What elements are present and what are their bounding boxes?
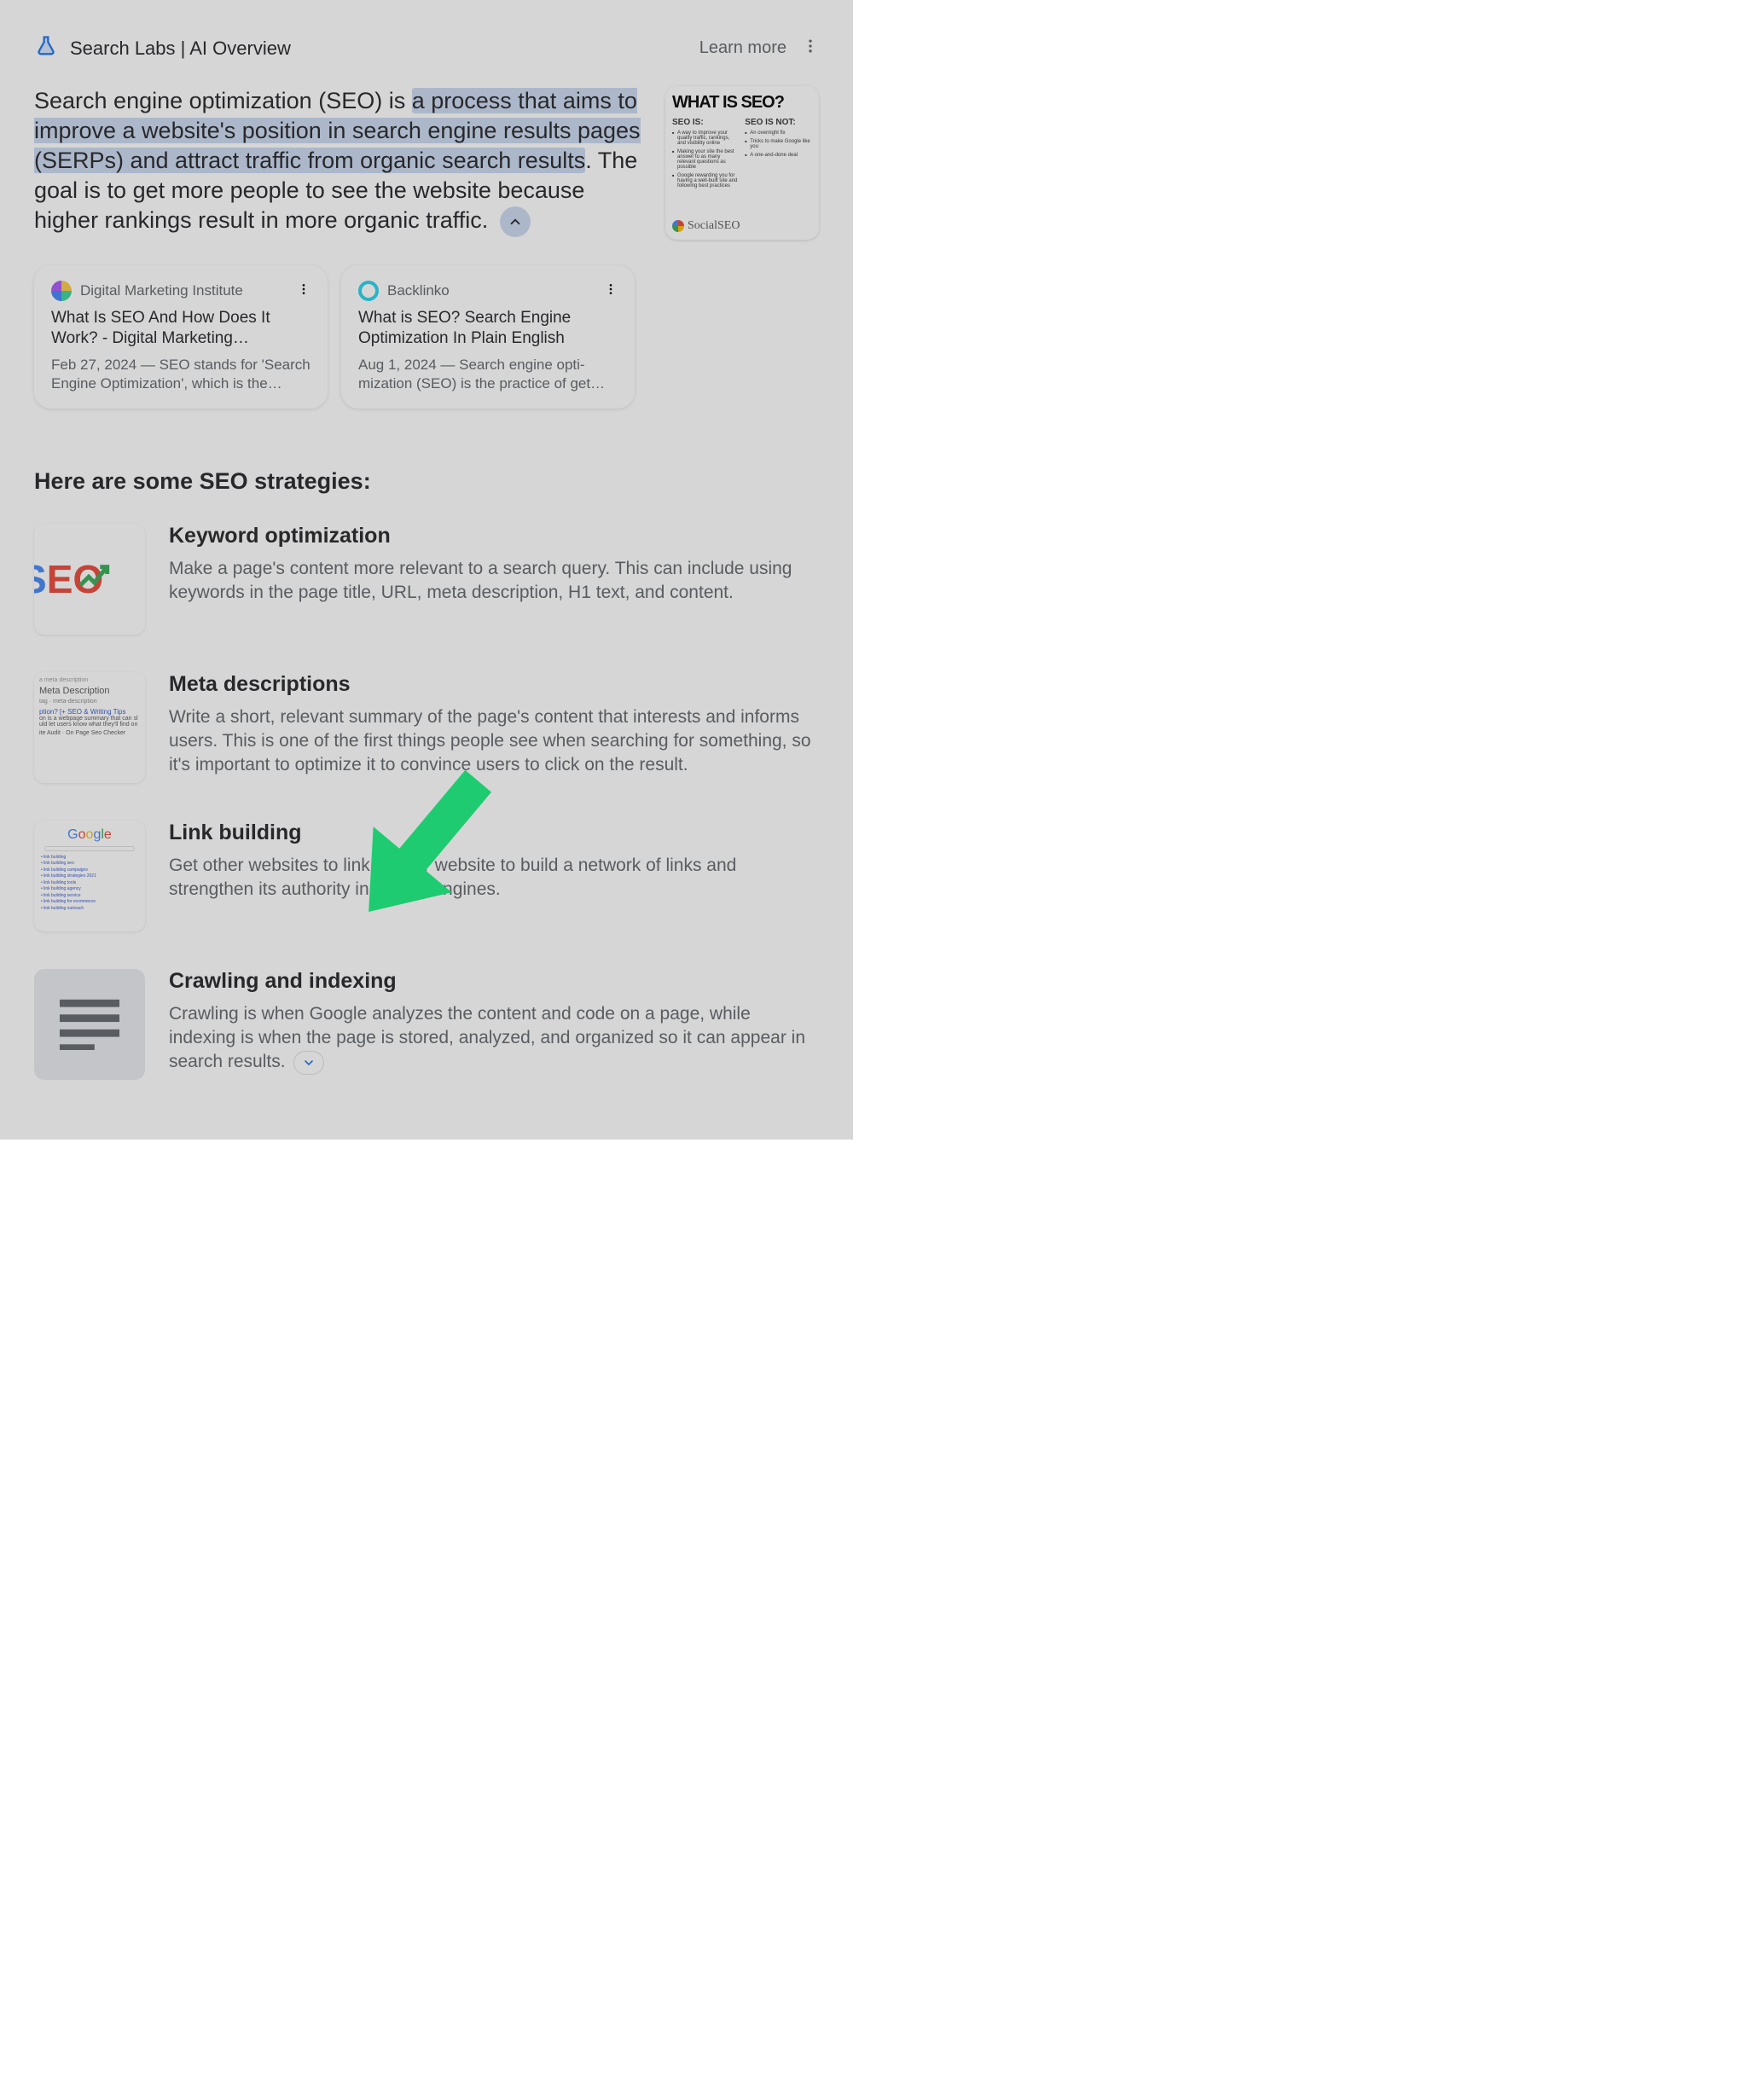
side-card-isnot-item: A one-and-done deal bbox=[745, 153, 812, 158]
header-right: Learn more bbox=[699, 38, 819, 59]
strategies-heading: Here are some SEO strategies: bbox=[34, 468, 819, 495]
strategy-title: Crawling and indexing bbox=[169, 969, 819, 994]
card-menu-icon[interactable] bbox=[297, 282, 311, 300]
strategy-desc-text: Crawling is when Google analyzes the con… bbox=[169, 1004, 805, 1072]
summary-prefix: Search engine optimization (SEO) is bbox=[34, 88, 412, 113]
strategy-thumb[interactable] bbox=[34, 969, 145, 1080]
collapse-button[interactable] bbox=[500, 206, 531, 237]
page-title: Search Labs | AI Overview bbox=[70, 38, 291, 60]
strategy-desc: Get other websites to link to your websi… bbox=[169, 854, 819, 902]
source-cards-row: Digital Marketing Institute What Is SEO … bbox=[34, 265, 819, 409]
thumb-text: ption? [+ SEO & Writing Tips bbox=[39, 708, 140, 716]
thumb-text: uld let users know what they'll find on bbox=[39, 722, 140, 728]
side-reference-card[interactable]: WHAT IS SEO? SEO IS: A way to improve yo… bbox=[665, 86, 819, 240]
side-card-isnot-header: SEO IS NOT: bbox=[745, 118, 812, 127]
strategy-item: Google • link building• link building se… bbox=[34, 821, 819, 931]
card-title: What Is SEO And How Does It Work? - Digi… bbox=[51, 308, 311, 349]
strategy-item: Crawling and indexing Crawling is when G… bbox=[34, 969, 819, 1080]
side-card-isnot-item: An overnight fix bbox=[745, 131, 812, 136]
side-card-is-item: Making your site the best answer to as m… bbox=[672, 149, 740, 170]
more-menu-icon[interactable] bbox=[802, 38, 819, 59]
expand-button[interactable] bbox=[293, 1051, 324, 1075]
source-name: Digital Marketing Institute bbox=[80, 282, 288, 299]
strategy-item: a meta description Meta Description tag … bbox=[34, 672, 819, 783]
ai-summary-text: Search engine optimization (SEO) is a pr… bbox=[34, 86, 645, 240]
source-favicon-icon bbox=[51, 281, 72, 301]
learn-more-link[interactable]: Learn more bbox=[699, 38, 786, 58]
card-snippet: Aug 1, 2024 — Search engine opti­mizatio… bbox=[358, 356, 618, 393]
side-card-is-item: A way to improve your quality traffic, r… bbox=[672, 131, 740, 146]
side-card-is-item: Google rewarding you for having a well-b… bbox=[672, 173, 740, 189]
strategy-title: Keyword optimization bbox=[169, 524, 819, 548]
flask-icon bbox=[34, 34, 58, 62]
card-snippet: Feb 27, 2024 — SEO stands for 'Search En… bbox=[51, 356, 311, 393]
brand-name: SocialSEO bbox=[688, 219, 740, 233]
brand-logo-icon bbox=[672, 220, 684, 232]
source-card[interactable]: Digital Marketing Institute What Is SEO … bbox=[34, 265, 328, 409]
summary-row: Search engine optimization (SEO) is a pr… bbox=[34, 86, 819, 240]
thumb-text: on is a webpage summary that can sl bbox=[39, 716, 140, 722]
side-card-brand: SocialSEO bbox=[672, 219, 812, 233]
strategy-title: Link building bbox=[169, 821, 819, 845]
document-lines-icon bbox=[60, 999, 119, 1050]
google-logo-icon: Google bbox=[41, 827, 138, 843]
source-card[interactable]: Backlinko What is SEO? Search Engine Opt… bbox=[341, 265, 635, 409]
card-menu-icon[interactable] bbox=[604, 282, 618, 300]
strategy-thumb[interactable]: SE O bbox=[34, 524, 145, 635]
ai-overview-header: Search Labs | AI Overview Learn more bbox=[34, 34, 819, 62]
strategy-title: Meta descriptions bbox=[169, 672, 819, 697]
source-name: Backlinko bbox=[387, 282, 595, 299]
source-favicon-icon bbox=[358, 281, 379, 301]
side-card-is-header: SEO IS: bbox=[672, 118, 740, 127]
side-card-isnot-item: Tricks to make Google like you bbox=[745, 139, 812, 149]
thumb-text: Meta Description bbox=[39, 686, 140, 696]
strategy-desc: Crawling is when Google analyzes the con… bbox=[169, 1002, 819, 1075]
thumb-text: ite Audit · On Page Seo Checker bbox=[39, 730, 140, 736]
strategy-item: SE O Keyword optimization Make a page's … bbox=[34, 524, 819, 635]
strategy-thumb[interactable]: a meta description Meta Description tag … bbox=[34, 672, 145, 783]
strategy-desc: Write a short, relevant summary of the p… bbox=[169, 705, 819, 778]
thumb-text: tag · meta-description bbox=[39, 699, 140, 705]
header-left: Search Labs | AI Overview bbox=[34, 34, 291, 62]
side-card-title: WHAT IS SEO? bbox=[672, 93, 812, 113]
thumb-text: a meta description bbox=[39, 677, 140, 683]
strategy-thumb[interactable]: Google • link building• link building se… bbox=[34, 821, 145, 931]
strategy-desc: Make a page's content more relevant to a… bbox=[169, 557, 819, 606]
card-title: What is SEO? Search Engine Optimization … bbox=[358, 308, 618, 349]
